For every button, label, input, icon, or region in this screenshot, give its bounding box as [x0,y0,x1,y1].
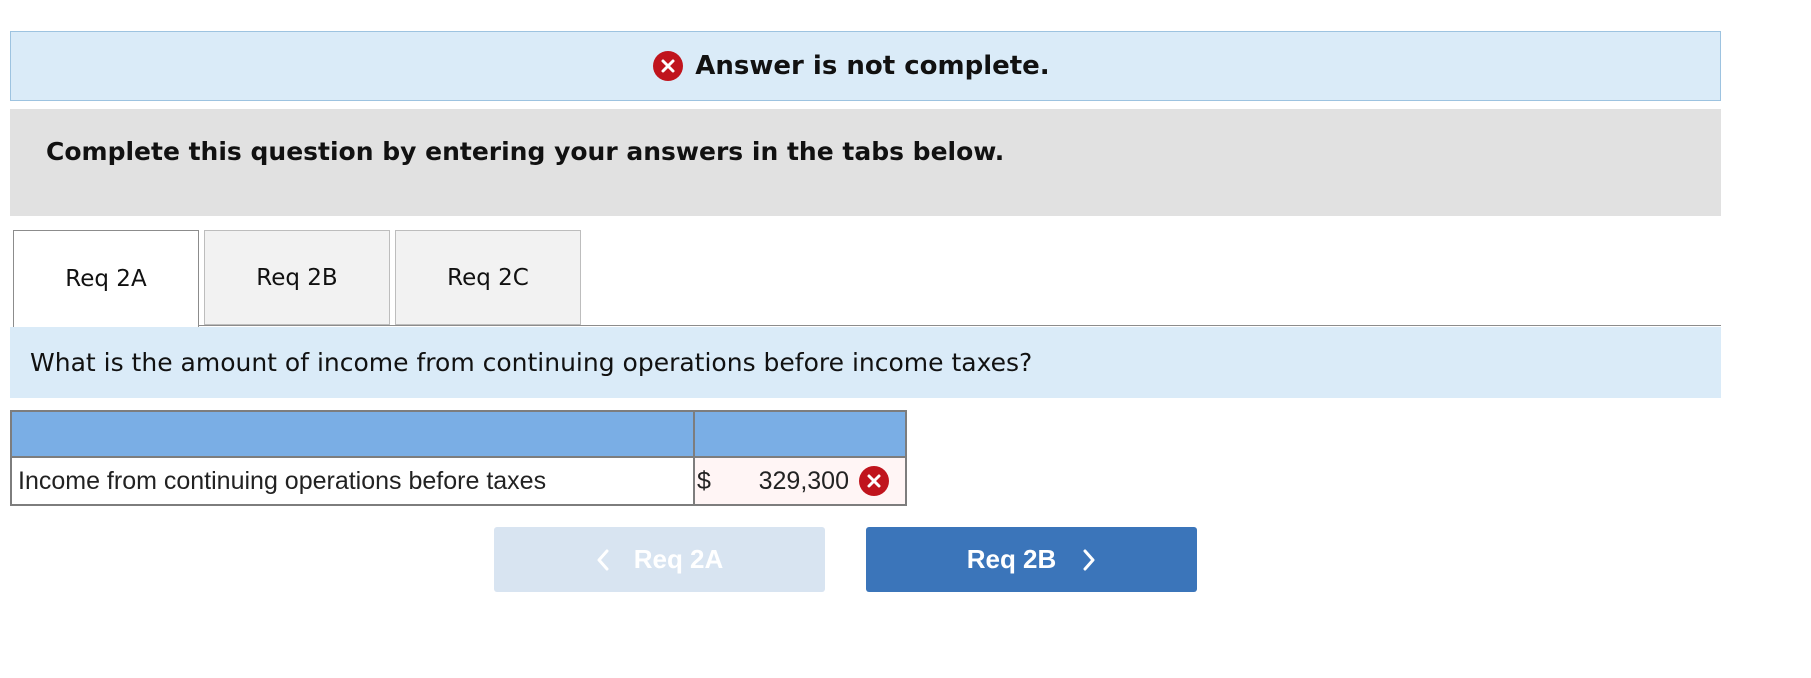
value-cell: $ [693,456,907,506]
next-button[interactable]: Req 2B [866,527,1197,592]
table-row: Income from continuing operations before… [10,456,907,506]
question-text: What is the amount of income from contin… [30,348,1033,377]
amount-input[interactable] [737,466,849,496]
answer-table: Income from continuing operations before… [10,410,907,506]
instruction-text: Complete this question by entering your … [46,137,1005,166]
row-label: Income from continuing operations before… [10,456,695,506]
next-button-label: Req 2B [966,544,1057,574]
tab-req-2c[interactable]: Req 2C [395,230,581,325]
instruction-panel: Complete this question by entering your … [10,109,1721,216]
table-header-value [693,410,907,458]
tab-bar-divider [13,325,1721,326]
tab-bar: Req 2A Req 2B Req 2C [13,230,1721,327]
chevron-left-icon [596,549,610,571]
error-x-icon [859,466,889,496]
currency-symbol: $ [697,466,711,495]
status-banner: Answer is not complete. [10,31,1721,101]
question-panel: What is the amount of income from contin… [10,327,1721,398]
tab-req-2b[interactable]: Req 2B [204,230,390,325]
table-header-row [10,410,907,458]
error-x-icon [653,51,684,81]
prev-button-label: Req 2A [633,544,724,574]
chevron-right-icon [1082,549,1096,571]
table-header-label [10,410,695,458]
prev-button[interactable]: Req 2A [494,527,825,592]
tab-req-2a[interactable]: Req 2A [13,230,199,327]
status-message: Answer is not complete. [695,51,1050,81]
